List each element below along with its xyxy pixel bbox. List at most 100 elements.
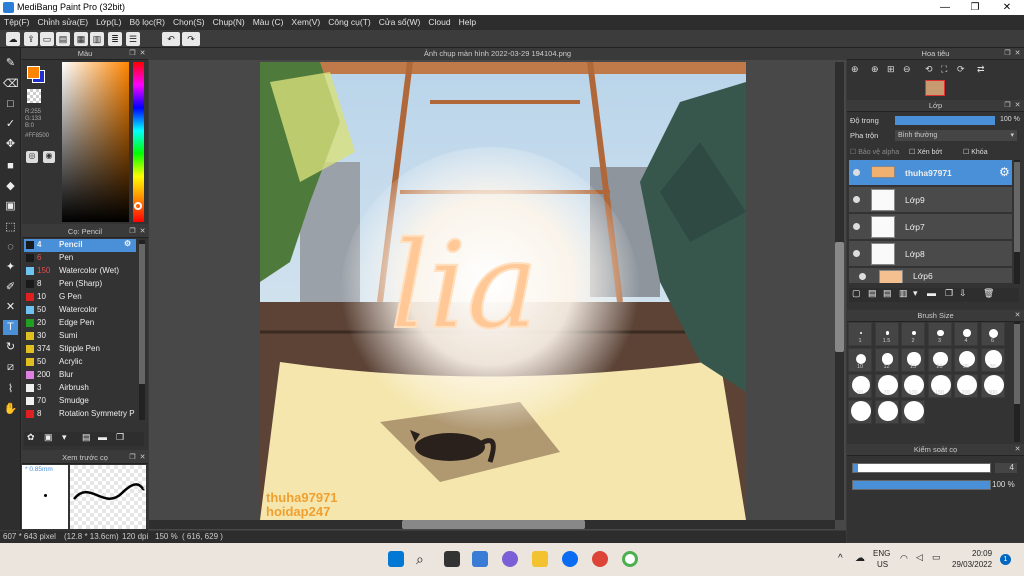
medibang-taskbar-icon[interactable] [622, 551, 638, 567]
brush-size-cell[interactable]: 150 [927, 374, 952, 398]
fit-screen-icon[interactable]: ⛶ [941, 64, 947, 75]
clipping-checkbox[interactable]: ☐ Xén bớt [909, 148, 942, 156]
brush-size-cell[interactable]: 2 [901, 322, 925, 346]
layer-item-lop6[interactable]: Lớp6 [849, 268, 1012, 284]
menu-snap[interactable]: Chụp(N) [209, 15, 249, 27]
chrome-icon[interactable] [592, 551, 608, 567]
eye-icon[interactable] [853, 169, 860, 176]
layer-item-lop7[interactable]: Lớp7 [849, 214, 1012, 240]
protect-alpha-checkbox[interactable]: ☐ Bảo vệ alpha [850, 148, 899, 156]
new-halftone-layer-icon[interactable]: ▥ [899, 288, 908, 299]
trash-icon[interactable]: 🗑 [983, 288, 994, 299]
brush-size-cell[interactable]: 1.5 [874, 322, 899, 346]
panel-close-icon[interactable]: ✕ [138, 453, 147, 462]
menu-view[interactable]: Xem(V) [287, 15, 324, 27]
zoom-out-icon[interactable]: ⊕ [871, 64, 879, 75]
layer-opacity-slider[interactable] [895, 116, 995, 125]
eraser-tool-icon[interactable]: ⌫ [3, 77, 19, 92]
brush-size-cell[interactable]: 300 [980, 374, 1005, 398]
magic-wand-icon[interactable]: ✦ [3, 260, 18, 275]
blend-mode-select[interactable]: Bình thường ▾ [895, 130, 1017, 141]
gear-icon[interactable]: ⚙ [999, 165, 1010, 179]
palette-icon[interactable]: ◎ [26, 151, 38, 163]
zoom-actual-icon[interactable]: ⊞ [887, 64, 895, 75]
layout-icon[interactable]: ▥ [90, 32, 104, 46]
select-pen-icon[interactable]: ✐ [3, 280, 18, 295]
fill-rect-tool-icon[interactable]: ■ [3, 159, 18, 174]
brush-size-cell[interactable]: 20 [927, 348, 952, 372]
clock-time[interactable]: 20:09 [972, 549, 992, 558]
menu-color[interactable]: Màu (C) [249, 15, 288, 27]
brush-item[interactable]: 8 Pen (Sharp) [24, 278, 136, 291]
layer-item-lop8[interactable]: Lớp8 [849, 241, 1012, 267]
menu-cloud[interactable]: Cloud [424, 15, 454, 27]
widgets-icon[interactable] [472, 551, 488, 567]
layer-list-scrollbar[interactable] [1014, 160, 1020, 284]
maximize-button[interactable]: ❐ [960, 1, 990, 14]
menu-window[interactable]: Cửa sổ(W) [375, 15, 425, 27]
brush-size-cell[interactable]: 25 [954, 348, 978, 372]
brush-size-cell[interactable] [874, 400, 899, 424]
panel-float-icon[interactable]: ❐ [128, 49, 137, 58]
teams-chat-icon[interactable] [502, 551, 518, 567]
brush-size-cell[interactable]: 200 [954, 374, 978, 398]
notification-badge[interactable]: 1 [1000, 554, 1011, 565]
brush-item[interactable]: 20 Edge Pen [24, 317, 136, 330]
brush-opacity-slider[interactable] [852, 480, 991, 490]
panel-float-icon[interactable]: ❐ [1003, 101, 1012, 110]
merge-layer-icon[interactable]: ⇩ [959, 288, 967, 299]
undo-icon[interactable]: ↶ [162, 32, 180, 46]
brush-size-cell[interactable]: 15 [901, 348, 925, 372]
menu-layer[interactable]: Lớp(L) [92, 15, 125, 27]
cloud-icon[interactable]: ☁ [6, 32, 20, 46]
gear-icon[interactable]: ⚙ [124, 239, 131, 248]
brush-item[interactable]: 374 Stipple Pen [24, 343, 136, 356]
eye-icon[interactable] [853, 223, 860, 230]
cloud-sync-icon[interactable]: ☁ [855, 553, 865, 564]
battery-icon[interactable]: ▭ [932, 552, 941, 563]
brush-item[interactable]: 3 Airbrush [24, 382, 136, 395]
menu-tools[interactable]: Công cụ(T) [324, 15, 375, 27]
panel-close-icon[interactable]: ✕ [1013, 101, 1022, 110]
panel-close-icon[interactable]: ✕ [1013, 311, 1022, 320]
menu-filter[interactable]: Bộ lọc(R) [126, 15, 169, 27]
brush-size-scrollbar[interactable] [1014, 322, 1020, 442]
eye-icon[interactable] [859, 273, 866, 280]
pen-tool-icon[interactable]: ✓ [3, 117, 18, 132]
menu-select[interactable]: Chọn(S) [169, 15, 209, 27]
brush-size-cell[interactable]: 70 [874, 374, 899, 398]
chat-icon[interactable]: ▤ [56, 32, 70, 46]
brush-size-cell[interactable]: 1 [848, 322, 872, 346]
add-layer-menu-icon[interactable]: ▾ [913, 288, 918, 299]
brush-item[interactable]: 50 Watercolor [24, 304, 136, 317]
brush-tool-icon[interactable]: ✎ [3, 56, 18, 71]
wifi-icon[interactable]: ◠ [900, 553, 908, 564]
menu-edit[interactable]: Chỉnh sửa(E) [34, 15, 93, 27]
redo-icon[interactable]: ↷ [182, 32, 200, 46]
chevron-up-icon[interactable]: ^ [838, 553, 843, 564]
eye-icon[interactable] [853, 250, 860, 257]
brush-item[interactable]: 30 Sumi [24, 330, 136, 343]
brush-item-pencil[interactable]: 4 Pencil ⚙ [24, 239, 136, 252]
document-tab[interactable]: Ảnh chụp màn hình 2022-03-29 194104.png [149, 48, 846, 60]
panel-close-icon[interactable]: ✕ [1013, 49, 1022, 58]
panel-float-icon[interactable]: ❐ [128, 227, 137, 236]
folder-icon[interactable]: ▬ [927, 288, 936, 298]
brush-size-cell[interactable] [848, 400, 872, 424]
foreground-color-swatch[interactable] [27, 66, 40, 79]
select-eraser-icon[interactable]: ✕ [3, 300, 18, 315]
brush-size-cell[interactable]: 10 [848, 348, 872, 372]
move-tool-icon[interactable]: ✥ [3, 137, 18, 152]
new-layer-8bit-icon[interactable]: ▤ [868, 288, 877, 299]
canvas-horizontal-scrollbar[interactable] [149, 520, 835, 529]
saturation-value-picker[interactable] [62, 62, 129, 222]
brush-size-cell[interactable]: 100 [901, 374, 925, 398]
hue-slider-handle[interactable] [134, 202, 142, 210]
lasso-tool-icon[interactable]: ◌ [3, 240, 18, 255]
panel-close-icon[interactable]: ✕ [1013, 445, 1022, 454]
divide-tool-icon[interactable]: ⧄ [3, 360, 18, 375]
panel-close-icon[interactable]: ✕ [138, 227, 147, 236]
brush-doc-icon[interactable]: ▤ [82, 432, 91, 443]
panel-float-icon[interactable]: ❐ [128, 453, 137, 462]
comment-icon[interactable]: ▭ [40, 32, 54, 46]
